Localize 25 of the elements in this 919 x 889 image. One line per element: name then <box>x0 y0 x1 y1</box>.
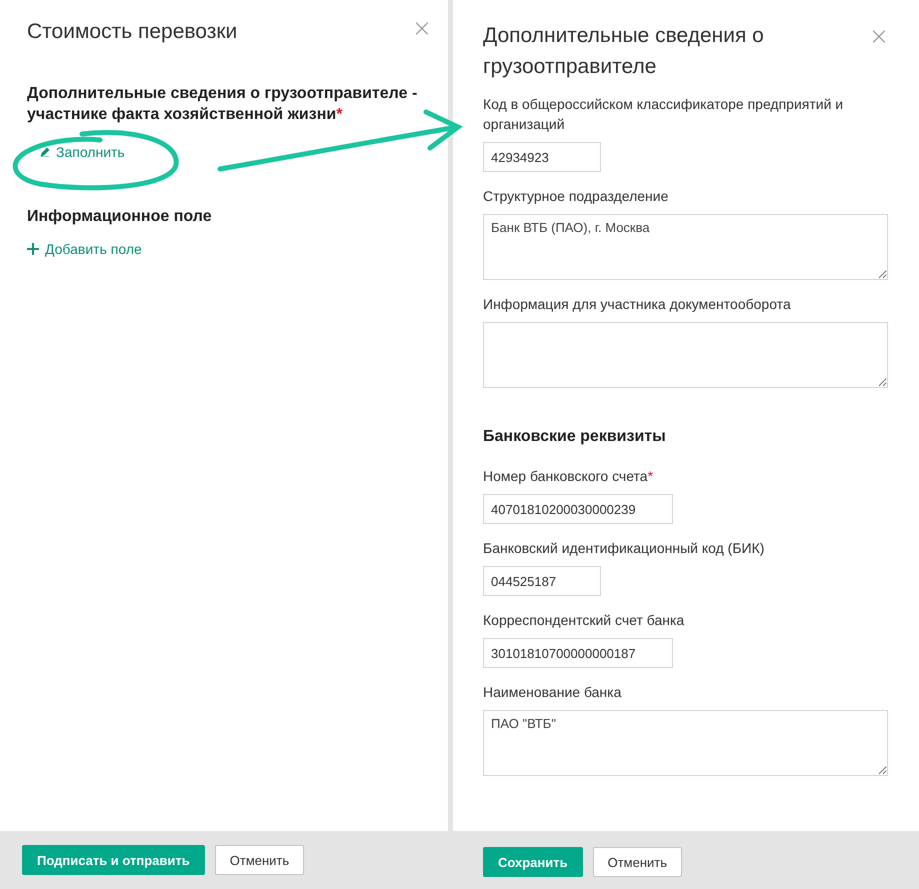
pencil-icon <box>40 147 50 157</box>
field-label: Информация для участника документооборота <box>483 295 791 314</box>
section-heading: Дополнительные сведения о грузоотправителе - участнике факта хозяйственной жизни* <box>27 84 418 125</box>
field-label: Корреспондентский счет банка <box>483 611 684 630</box>
input-field[interactable]: 30101810700000000187 <box>483 638 673 668</box>
section-heading: Информационное поле <box>27 207 213 227</box>
section-heading: Банковские реквизиты <box>483 428 667 446</box>
text-area[interactable]: ПАО "ВТБ" <box>483 710 888 776</box>
fill-in-link[interactable]: Заполнить <box>40 144 125 160</box>
input-field[interactable]: 044525187 <box>483 566 601 596</box>
field-label: Код в общероссийском классификаторе предприятий и организаций <box>483 95 844 134</box>
field-label: Банковский идентификационный код (БИК) <box>483 539 764 558</box>
field-label: Наименование банка <box>483 683 622 702</box>
panel-title: Стоимость перевозки <box>27 19 238 45</box>
cancel-button[interactable]: Отменить <box>214 845 304 875</box>
plus-icon <box>27 243 39 255</box>
panel-title: Дополнительные сведения о грузоотправителе <box>483 23 765 80</box>
field-label: Номер банковского счета* <box>483 467 654 486</box>
add-field-link[interactable]: Добавить поле <box>27 241 142 257</box>
input-field[interactable]: 40701810200030000239 <box>483 494 673 524</box>
text-area[interactable]: Банк ВТБ (ПАО), г. Москва <box>483 214 888 280</box>
text-area[interactable] <box>483 322 888 388</box>
field-label: Структурное подразделение <box>483 187 668 206</box>
input-field[interactable]: 42934923 <box>483 142 601 172</box>
cancel-button[interactable]: Отменить <box>592 847 682 877</box>
